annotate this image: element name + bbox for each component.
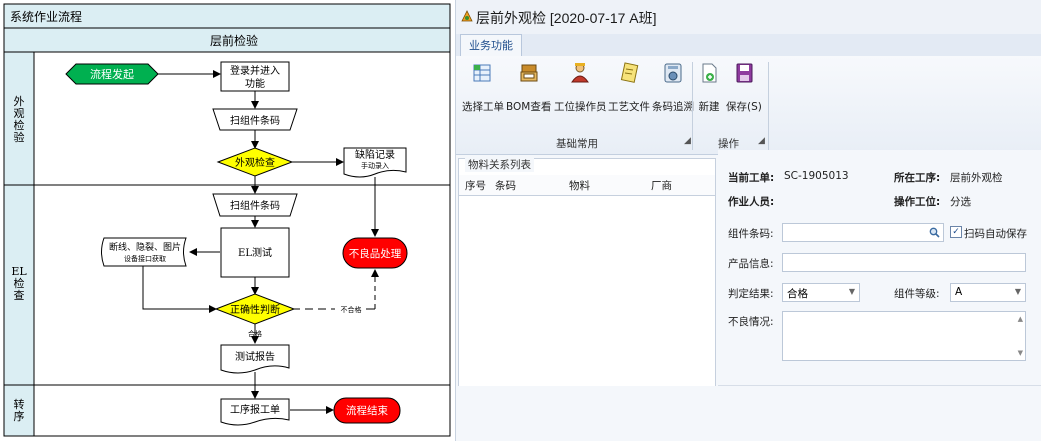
station-operator-label: 工位操作员: [554, 101, 607, 113]
group-label-operate: 操作: [718, 138, 739, 150]
station-value: 分选: [950, 196, 971, 208]
product-info-label: 产品信息:: [728, 258, 774, 270]
process-label: 所在工序:: [894, 172, 941, 184]
flowchart-title: 系统作业流程: [10, 9, 82, 24]
grade-label: 组件等级:: [894, 288, 940, 300]
tab-business-functions[interactable]: 业务功能: [460, 34, 522, 57]
scroll-up-icon[interactable]: ▲: [1018, 315, 1023, 323]
flow-judge-label: 正确性判断: [230, 303, 280, 316]
flow-report-label: 测试报告: [235, 350, 275, 363]
flow-defect-label-1: 缺陷记录: [355, 148, 395, 161]
trace-icon: [664, 63, 682, 83]
ribbon-tab-row: 业务功能: [456, 34, 1041, 57]
column-header: 层前检验: [210, 33, 258, 48]
col-header-material[interactable]: 物料: [569, 178, 590, 193]
flow-el-test-label: EL测试: [238, 246, 272, 259]
flow-scan1-label: 扫组件条码: [230, 114, 280, 127]
lane-label-visual: 外观检验: [14, 95, 25, 144]
flow-login-label-2: 功能: [245, 77, 265, 90]
barcode-trace-label: 条码追溯: [652, 101, 694, 113]
select-order-icon: [473, 64, 491, 82]
flow-end-label: 流程结束: [346, 404, 388, 417]
flowchart-svg: 系统作业流程 层前检验 外观检验 EL 检查 转序 流程发起 登录并进入 功能 …: [3, 3, 451, 437]
list-header-row: 序号 条码 物料 厂商: [459, 175, 715, 196]
app-title: 层前外观检 [2020-07-17 A班]: [476, 10, 657, 26]
flow-visual-check-label: 外观检查: [235, 156, 275, 169]
flow-fail-label: 不合格: [341, 305, 362, 314]
flow-start-label: 流程发起: [90, 67, 134, 81]
chevron-down-icon[interactable]: ▼: [849, 287, 855, 296]
process-document-label: 工艺文件: [608, 101, 650, 113]
new-label: 新建: [698, 101, 720, 113]
defect-label: 不良情况:: [728, 316, 774, 328]
bom-view-label: BOM查看: [506, 101, 552, 113]
flow-defect-label-2: 手动录入: [361, 161, 389, 170]
grade-value: A: [955, 286, 963, 298]
order-label: 当前工单:: [728, 172, 775, 184]
select-order-button[interactable]: 选择工单: [462, 62, 504, 114]
new-button[interactable]: 新建: [698, 62, 720, 114]
app-titlebar: 层前外观检 [2020-07-17 A班]: [456, 0, 1041, 34]
bom-view-button[interactable]: BOM查看: [506, 62, 551, 114]
col-header-vendor[interactable]: 厂商: [651, 178, 672, 193]
autosave-checkbox[interactable]: ✓: [950, 226, 962, 238]
flow-scan2-label: 扫组件条码: [230, 199, 280, 212]
list-caption: 物料关系列表: [465, 157, 534, 172]
process-value: 层前外观检: [950, 172, 1003, 184]
order-value: SC-1905013: [784, 170, 849, 182]
station-label: 操作工位:: [894, 196, 941, 208]
save-button[interactable]: 保存(S): [726, 62, 762, 114]
worker-label: 作业人员:: [728, 196, 775, 208]
group-launcher-icon[interactable]: ◢: [758, 136, 765, 146]
material-relation-list: 物料关系列表 序号 条码 物料 厂商: [458, 157, 716, 388]
save-label: 保存(S): [726, 101, 762, 113]
flow-ng-label: 不良品处理: [349, 247, 402, 260]
select-order-label: 选择工单: [462, 101, 504, 113]
mes-app-window: 层前外观检 [2020-07-17 A班] 业务功能 选择工单 BOM查看 工位…: [455, 0, 1041, 441]
grade-select[interactable]: A ▼: [950, 283, 1026, 302]
chevron-down-icon[interactable]: ▼: [1015, 287, 1021, 296]
flow-transfer-label: 工序报工单: [230, 403, 280, 416]
lane-label-transfer: 转序: [14, 397, 25, 423]
process-document-button[interactable]: 工艺文件: [608, 62, 650, 114]
group-label-basic: 基础常用: [556, 138, 598, 150]
flowchart-panel: 系统作业流程 层前检验 外观检验 EL 检查 转序 流程发起 登录并进入 功能 …: [0, 0, 455, 441]
group-launcher-icon[interactable]: ◢: [684, 136, 691, 146]
scroll-down-icon[interactable]: ▼: [1018, 349, 1023, 357]
flow-device-io-label-2: 设备接口获取: [124, 254, 166, 263]
list-bottom-area: [456, 386, 718, 441]
save-icon: [736, 63, 753, 83]
inspection-form: 当前工单: SC-1905013 所在工序: 层前外观检 作业人员: 操作工位:…: [718, 150, 1041, 385]
flow-device-io-label-1: 断线、隐裂、图片: [109, 241, 181, 253]
barcode-label: 组件条码:: [728, 228, 774, 240]
ribbon-group-separator: [768, 62, 769, 150]
flow-pass-label: 合格: [248, 329, 262, 338]
bom-icon: [520, 64, 538, 82]
search-icon[interactable]: [929, 227, 940, 238]
station-operator-button[interactable]: 工位操作员: [554, 62, 607, 114]
result-value: 合格: [787, 288, 808, 300]
form-bottom-area: [718, 385, 1041, 441]
app-logo-icon: [461, 10, 473, 22]
ribbon-group-separator: [692, 62, 693, 150]
defect-textarea[interactable]: ▲ ▼: [782, 311, 1026, 361]
result-select[interactable]: 合格 ▼: [782, 283, 860, 302]
col-header-barcode[interactable]: 条码: [495, 178, 516, 193]
autosave-label: 扫码自动保存: [964, 228, 1027, 240]
ribbon: 选择工单 BOM查看 工位操作员 工艺文件 条码追溯 新建 保存(S) 基础常用…: [456, 56, 1041, 155]
barcode-input[interactable]: [782, 223, 944, 242]
barcode-trace-button[interactable]: 条码追溯: [652, 62, 694, 114]
product-info-field[interactable]: [782, 253, 1026, 272]
new-icon: [702, 63, 717, 83]
document-icon: [620, 62, 639, 83]
flow-login-label-1: 登录并进入: [230, 64, 280, 77]
col-header-seq[interactable]: 序号: [465, 178, 486, 193]
operator-icon: [571, 63, 590, 83]
result-label: 判定结果:: [728, 288, 774, 300]
